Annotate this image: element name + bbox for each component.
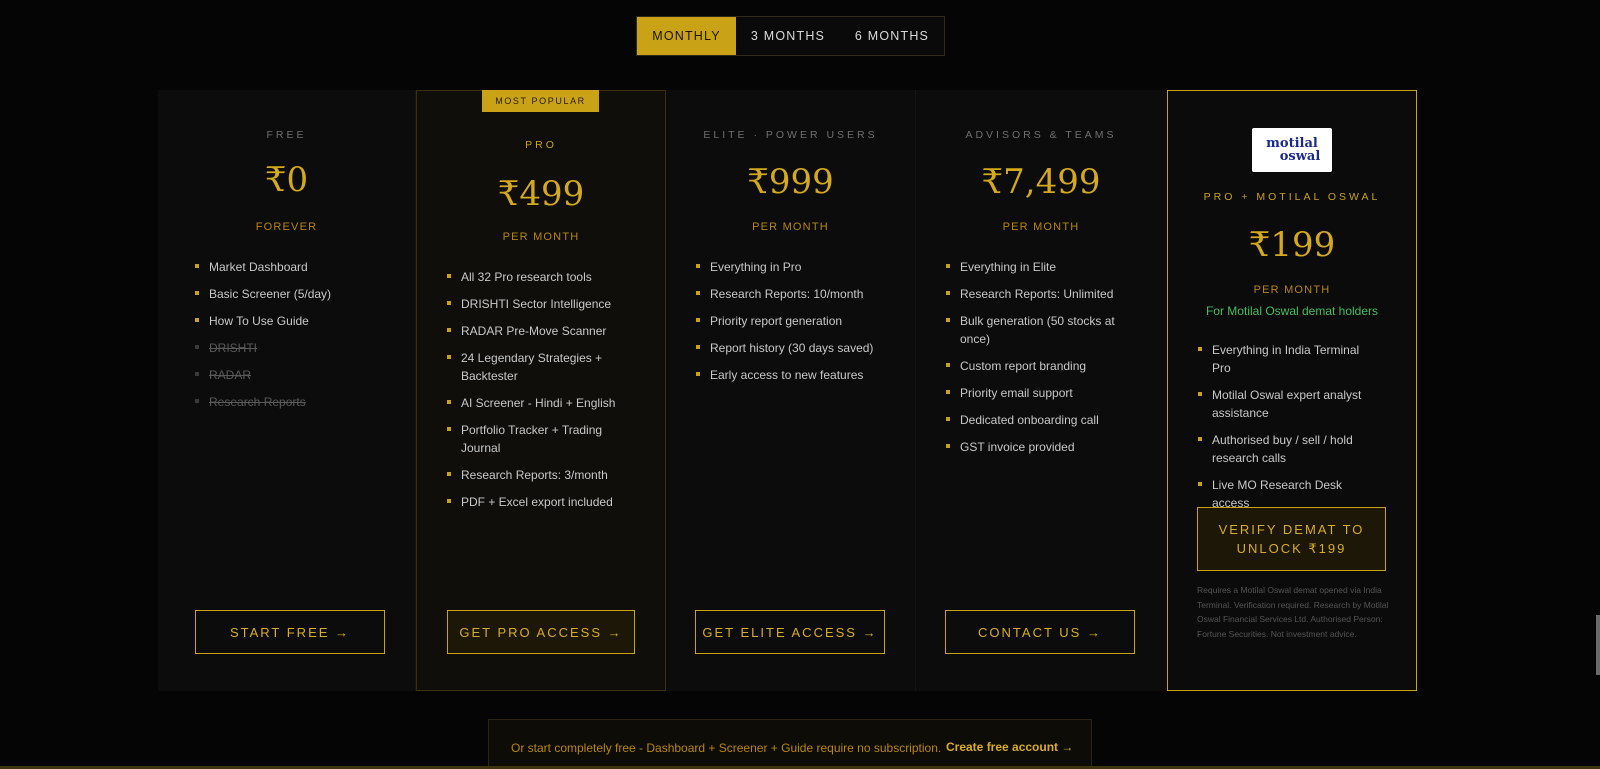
feature-item: Priority report generation [696,312,896,330]
feature-item: Report history (30 days saved) [696,339,896,357]
get-elite-access-button[interactable]: GET ELITE ACCESS → [695,610,885,654]
feature-item-disabled: Research Reports [195,393,395,411]
feature-item: AI Screener - Hindi + English [447,394,617,412]
feature-item: Motilal Oswal expert analyst assistance [1198,386,1378,422]
feature-item: Portfolio Tracker + Trading Journal [447,421,617,457]
plan-price: ₹199 [1248,225,1336,265]
feature-item: How To Use Guide [195,312,395,330]
plan-card-elite: ELITE · POWER USERS ₹999 PER MONTH Every… [666,90,916,691]
feature-item-disabled: DRISHTI [195,339,395,357]
tab-monthly[interactable]: MONTHLY [637,17,736,55]
feature-list: Everything in Elite Research Reports: Un… [946,258,1116,465]
feature-item: DRISHTI Sector Intelligence [447,295,617,313]
feature-item: Early access to new features [696,366,896,384]
tab-3-months[interactable]: 3 MONTHS [736,17,840,55]
tab-6-months[interactable]: 6 MONTHS [840,17,944,55]
feature-list: All 32 Pro research tools DRISHTI Sector… [447,268,617,520]
feature-item: GST invoice provided [946,438,1116,456]
feature-list: Everything in India Terminal Pro Motilal… [1198,341,1378,521]
feature-item: Basic Screener (5/day) [195,285,395,303]
plan-price: ₹7,499 [981,162,1101,202]
free-signup-banner: Or start completely free - Dashboard + S… [488,719,1092,769]
feature-item: Research Reports: Unlimited [946,285,1116,303]
feature-item: Authorised buy / sell / hold research ca… [1198,431,1378,467]
feature-list: Everything in Pro Research Reports: 10/m… [696,258,896,393]
feature-list: Market Dashboard Basic Screener (5/day) … [195,258,395,420]
feature-item: RADAR Pre-Move Scanner [447,322,617,340]
verify-demat-line2: UNLOCK ₹199 [1236,541,1347,556]
billing-period-tabs: MONTHLY 3 MONTHS 6 MONTHS [636,16,945,56]
feature-item: Bulk generation (50 stocks at once) [946,312,1116,348]
feature-item: Everything in Pro [696,258,896,276]
get-pro-access-button[interactable]: GET PRO ACCESS → [447,610,635,654]
plan-period: PER MONTH [1002,221,1080,233]
verify-demat-button[interactable]: VERIFY DEMAT TO UNLOCK ₹199 [1197,507,1386,571]
feature-item: Priority email support [946,384,1116,402]
most-popular-badge: MOST POPULAR [482,90,599,112]
feature-item: Everything in India Terminal Pro [1198,341,1378,377]
logo-text-line2: oswal [1279,149,1321,164]
feature-item: Research Reports: 3/month [447,466,617,484]
free-signup-text: Or start completely free - Dashboard + S… [511,741,942,755]
demat-holders-note: For Motilal Oswal demat holders [1205,304,1379,318]
plan-period: FOREVER [255,221,318,233]
plan-tier: PRO + MOTILAL OSWAL [1203,191,1381,203]
plan-price: ₹499 [497,174,585,214]
verify-demat-line1: VERIFY DEMAT TO [1218,522,1365,537]
plan-price: ₹999 [747,162,834,202]
feature-item: 24 Legendary Strategies + Backtester [447,349,617,385]
plan-card-free: FREE ₹0 FOREVER Market Dashboard Basic S… [158,90,416,691]
feature-item: Everything in Elite [946,258,1116,276]
start-free-button[interactable]: START FREE → [195,610,385,654]
motilal-oswal-logo: motilal oswal [1252,128,1332,172]
feature-item-disabled: RADAR [195,366,395,384]
feature-item: All 32 Pro research tools [447,268,617,286]
plan-tier: PRO [525,139,557,151]
plan-card-pro: PRO ₹499 PER MONTH All 32 Pro research t… [416,90,666,691]
scrollbar-thumb[interactable] [1596,615,1600,675]
plan-tier: ADVISORS & TEAMS [965,129,1117,141]
plan-tier: FREE [266,129,307,141]
disclaimer-text: Requires a Motilal Oswal demat opened vi… [1197,585,1389,639]
feature-item: Custom report branding [946,357,1116,375]
plan-tier: ELITE · POWER USERS [703,129,878,141]
plan-card-motilal-oswal: motilal oswal PRO + MOTILAL OSWAL ₹199 P… [1167,90,1417,691]
plan-period: PER MONTH [502,231,580,243]
feature-item: Research Reports: 10/month [696,285,896,303]
contact-us-button[interactable]: CONTACT US → [945,610,1135,654]
plan-period: PER MONTH [752,221,829,233]
plan-price: ₹0 [264,160,309,200]
plan-period: PER MONTH [1253,284,1331,296]
feature-item: Dedicated onboarding call [946,411,1116,429]
feature-item: Market Dashboard [195,258,395,276]
feature-item: PDF + Excel export included [447,493,617,511]
plan-card-advisors: ADVISORS & TEAMS ₹7,499 PER MONTH Everyt… [916,90,1166,691]
create-free-account-link[interactable]: Create free account → [946,740,1073,754]
